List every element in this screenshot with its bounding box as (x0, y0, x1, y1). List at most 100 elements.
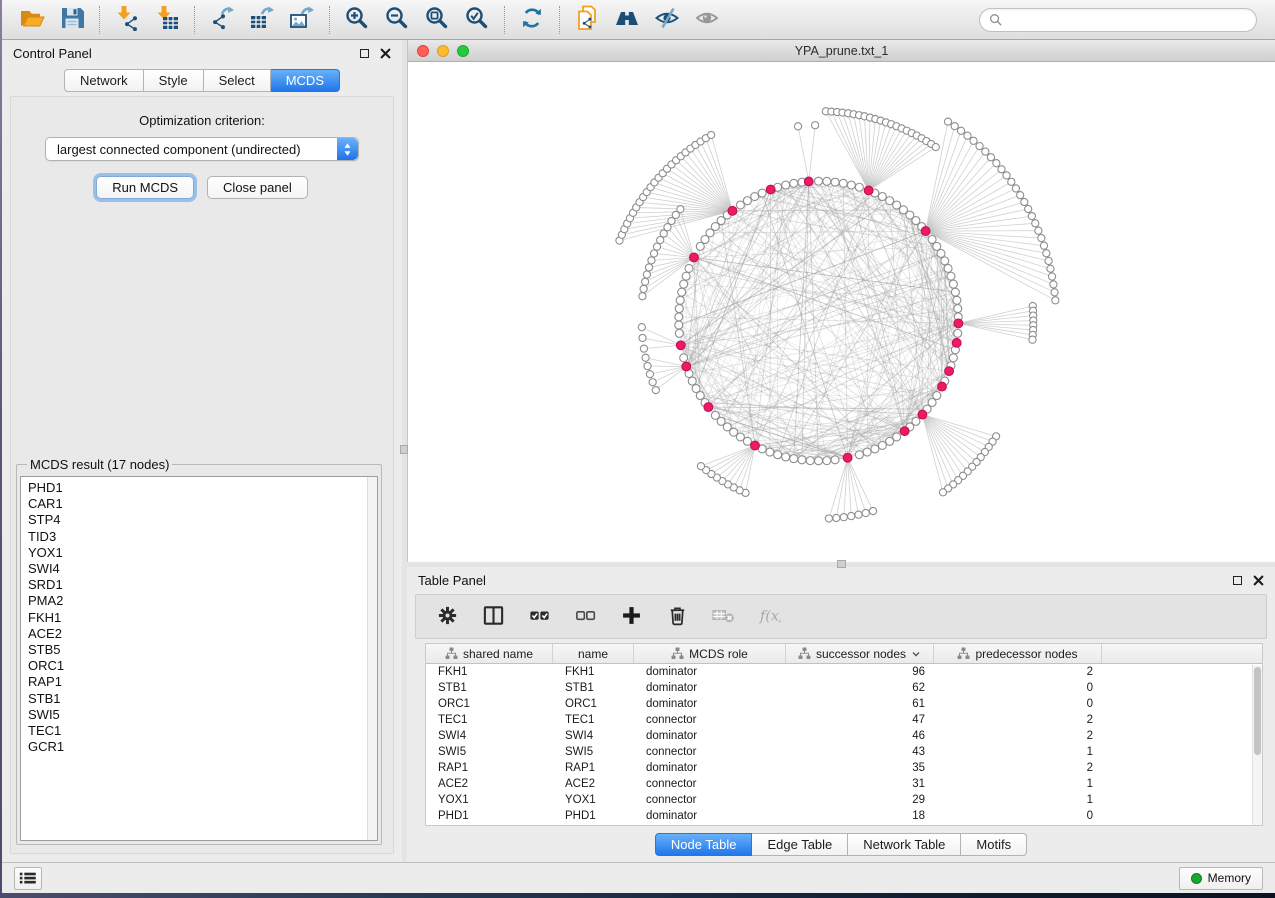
optimization-criterion-select[interactable]: largest connected component (undirected) (45, 137, 359, 161)
clone-network-button[interactable] (569, 4, 605, 36)
zoom-fit-button[interactable] (419, 4, 455, 36)
search-input[interactable] (1007, 13, 1247, 27)
zoom-selected-button[interactable] (459, 4, 495, 36)
table-row[interactable]: FKH1FKH1dominator962 (426, 664, 1262, 680)
tab-mcds[interactable]: MCDS (271, 69, 340, 92)
tab-network[interactable]: Network (64, 69, 144, 92)
toolbar-separator (194, 6, 195, 34)
save-button[interactable] (54, 4, 90, 36)
table-row[interactable]: PHD1PHD1dominator180 (426, 808, 1262, 824)
mcds-result-item[interactable]: ORC1 (28, 658, 377, 674)
tab-motifs[interactable]: Motifs (961, 833, 1027, 856)
deselect-all-button[interactable] (572, 604, 598, 630)
tab-style[interactable]: Style (144, 69, 204, 92)
table-scrollbar[interactable] (1252, 665, 1262, 825)
export-image-button[interactable] (284, 4, 320, 36)
binoculars-button[interactable] (609, 4, 645, 36)
network-graph[interactable] (408, 62, 1275, 562)
mcds-result-item[interactable]: RAP1 (28, 674, 377, 690)
table-row[interactable]: ACE2ACE2connector311 (426, 776, 1262, 792)
table-row[interactable]: SWI5SWI5connector431 (426, 744, 1262, 760)
export-network-button[interactable] (204, 4, 240, 36)
search-box[interactable] (979, 8, 1257, 32)
panel-list-button[interactable] (14, 867, 42, 890)
column-label: name (578, 647, 608, 661)
splitter-grip[interactable] (837, 560, 846, 568)
column-header-predecessor-nodes[interactable]: predecessor nodes (934, 644, 1102, 663)
zoom-window-button[interactable] (457, 45, 469, 57)
mcds-result-item[interactable]: TID3 (28, 529, 377, 545)
splitter-grip[interactable] (400, 445, 408, 454)
function-builder-button[interactable]: f(x) (756, 604, 782, 630)
table-row[interactable]: SWI4SWI4dominator462 (426, 728, 1262, 744)
control-panel-title: Control Panel (13, 46, 92, 61)
minimize-window-button[interactable] (437, 45, 449, 57)
select-all-button[interactable] (526, 604, 552, 630)
run-mcds-button[interactable]: Run MCDS (96, 176, 194, 199)
column-header-MCDS-role[interactable]: MCDS role (634, 644, 786, 663)
export-table-button[interactable] (244, 4, 280, 36)
mcds-result-item[interactable]: ACE2 (28, 626, 377, 642)
add-column-button[interactable] (618, 604, 644, 630)
mcds-result-item[interactable]: STB1 (28, 691, 377, 707)
horizontal-splitter[interactable] (407, 562, 1275, 567)
control-panel-titlebar: Control Panel (2, 40, 402, 66)
table-row[interactable]: STB1STB1dominator620 (426, 680, 1262, 696)
control-panel-tabs: NetworkStyleSelectMCDS (2, 69, 402, 92)
scrollbar-thumb[interactable] (1254, 667, 1261, 755)
import-table-button[interactable] (149, 4, 185, 36)
show-all-button[interactable] (689, 4, 725, 36)
mcds-result-item[interactable]: FKH1 (28, 610, 377, 626)
column-header-shared-name[interactable]: shared name (426, 644, 553, 663)
mcds-result-item[interactable]: SWI4 (28, 561, 377, 577)
close-window-button[interactable] (417, 45, 429, 57)
mcds-result-item[interactable]: PHD1 (28, 480, 377, 496)
close-table-panel-icon[interactable] (1253, 575, 1264, 586)
delete-column-button[interactable] (664, 604, 690, 630)
open-folder-button[interactable] (14, 4, 50, 36)
cell-shared-name: ORC1 (426, 698, 553, 710)
mcds-result-item[interactable]: SRD1 (28, 577, 377, 593)
mcds-result-item[interactable]: YOX1 (28, 545, 377, 561)
mcds-result-item[interactable]: STB5 (28, 642, 377, 658)
hierarchy-icon (957, 647, 970, 660)
refresh-layout-button[interactable] (514, 4, 550, 36)
memory-button[interactable]: Memory (1179, 867, 1263, 890)
table-row[interactable]: RAP1RAP1dominator352 (426, 760, 1262, 776)
table-row[interactable]: ORC1ORC1dominator610 (426, 696, 1262, 712)
vertical-splitter[interactable] (402, 40, 407, 862)
mcds-result-item[interactable]: CAR1 (28, 496, 377, 512)
column-header-successor-nodes[interactable]: successor nodes (786, 644, 934, 663)
tab-edge-table[interactable]: Edge Table (752, 833, 848, 856)
table-row[interactable]: YOX1YOX1connector291 (426, 792, 1262, 808)
close-control-panel-icon[interactable] (380, 48, 391, 59)
float-control-panel-icon[interactable] (360, 49, 369, 58)
network-canvas[interactable] (408, 62, 1275, 562)
float-table-panel-icon[interactable] (1233, 576, 1242, 585)
mcds-result-item[interactable]: SWI5 (28, 707, 377, 723)
mcds-result-item[interactable]: TEC1 (28, 723, 377, 739)
network-window-titlebar[interactable]: YPA_prune.txt_1 (408, 40, 1275, 62)
column-header-name[interactable]: name (553, 644, 634, 663)
settings-gear-button[interactable] (434, 604, 460, 630)
cell-shared-name: RAP1 (426, 762, 553, 774)
memory-status-dot (1191, 873, 1202, 884)
hide-selected-icon (654, 5, 680, 34)
toggle-columns-button[interactable] (480, 604, 506, 630)
delete-table-button[interactable] (710, 604, 736, 630)
tab-node-table[interactable]: Node Table (655, 833, 753, 856)
cell-name: SWI5 (553, 746, 634, 758)
close-panel-button[interactable]: Close panel (207, 176, 308, 199)
cell-MCDS-role: dominator (634, 666, 786, 678)
hide-selected-button[interactable] (649, 4, 685, 36)
mcds-result-item[interactable]: PMA2 (28, 593, 377, 609)
zoom-in-button[interactable] (339, 4, 375, 36)
mcds-result-item[interactable]: GCR1 (28, 739, 377, 755)
tab-network-table[interactable]: Network Table (848, 833, 961, 856)
tab-select[interactable]: Select (204, 69, 271, 92)
mcds-result-list[interactable]: PHD1CAR1STP4TID3YOX1SWI4SRD1PMA2FKH1ACE2… (20, 476, 378, 841)
table-row[interactable]: TEC1TEC1connector472 (426, 712, 1262, 728)
import-network-button[interactable] (109, 4, 145, 36)
mcds-result-item[interactable]: STP4 (28, 512, 377, 528)
zoom-out-button[interactable] (379, 4, 415, 36)
